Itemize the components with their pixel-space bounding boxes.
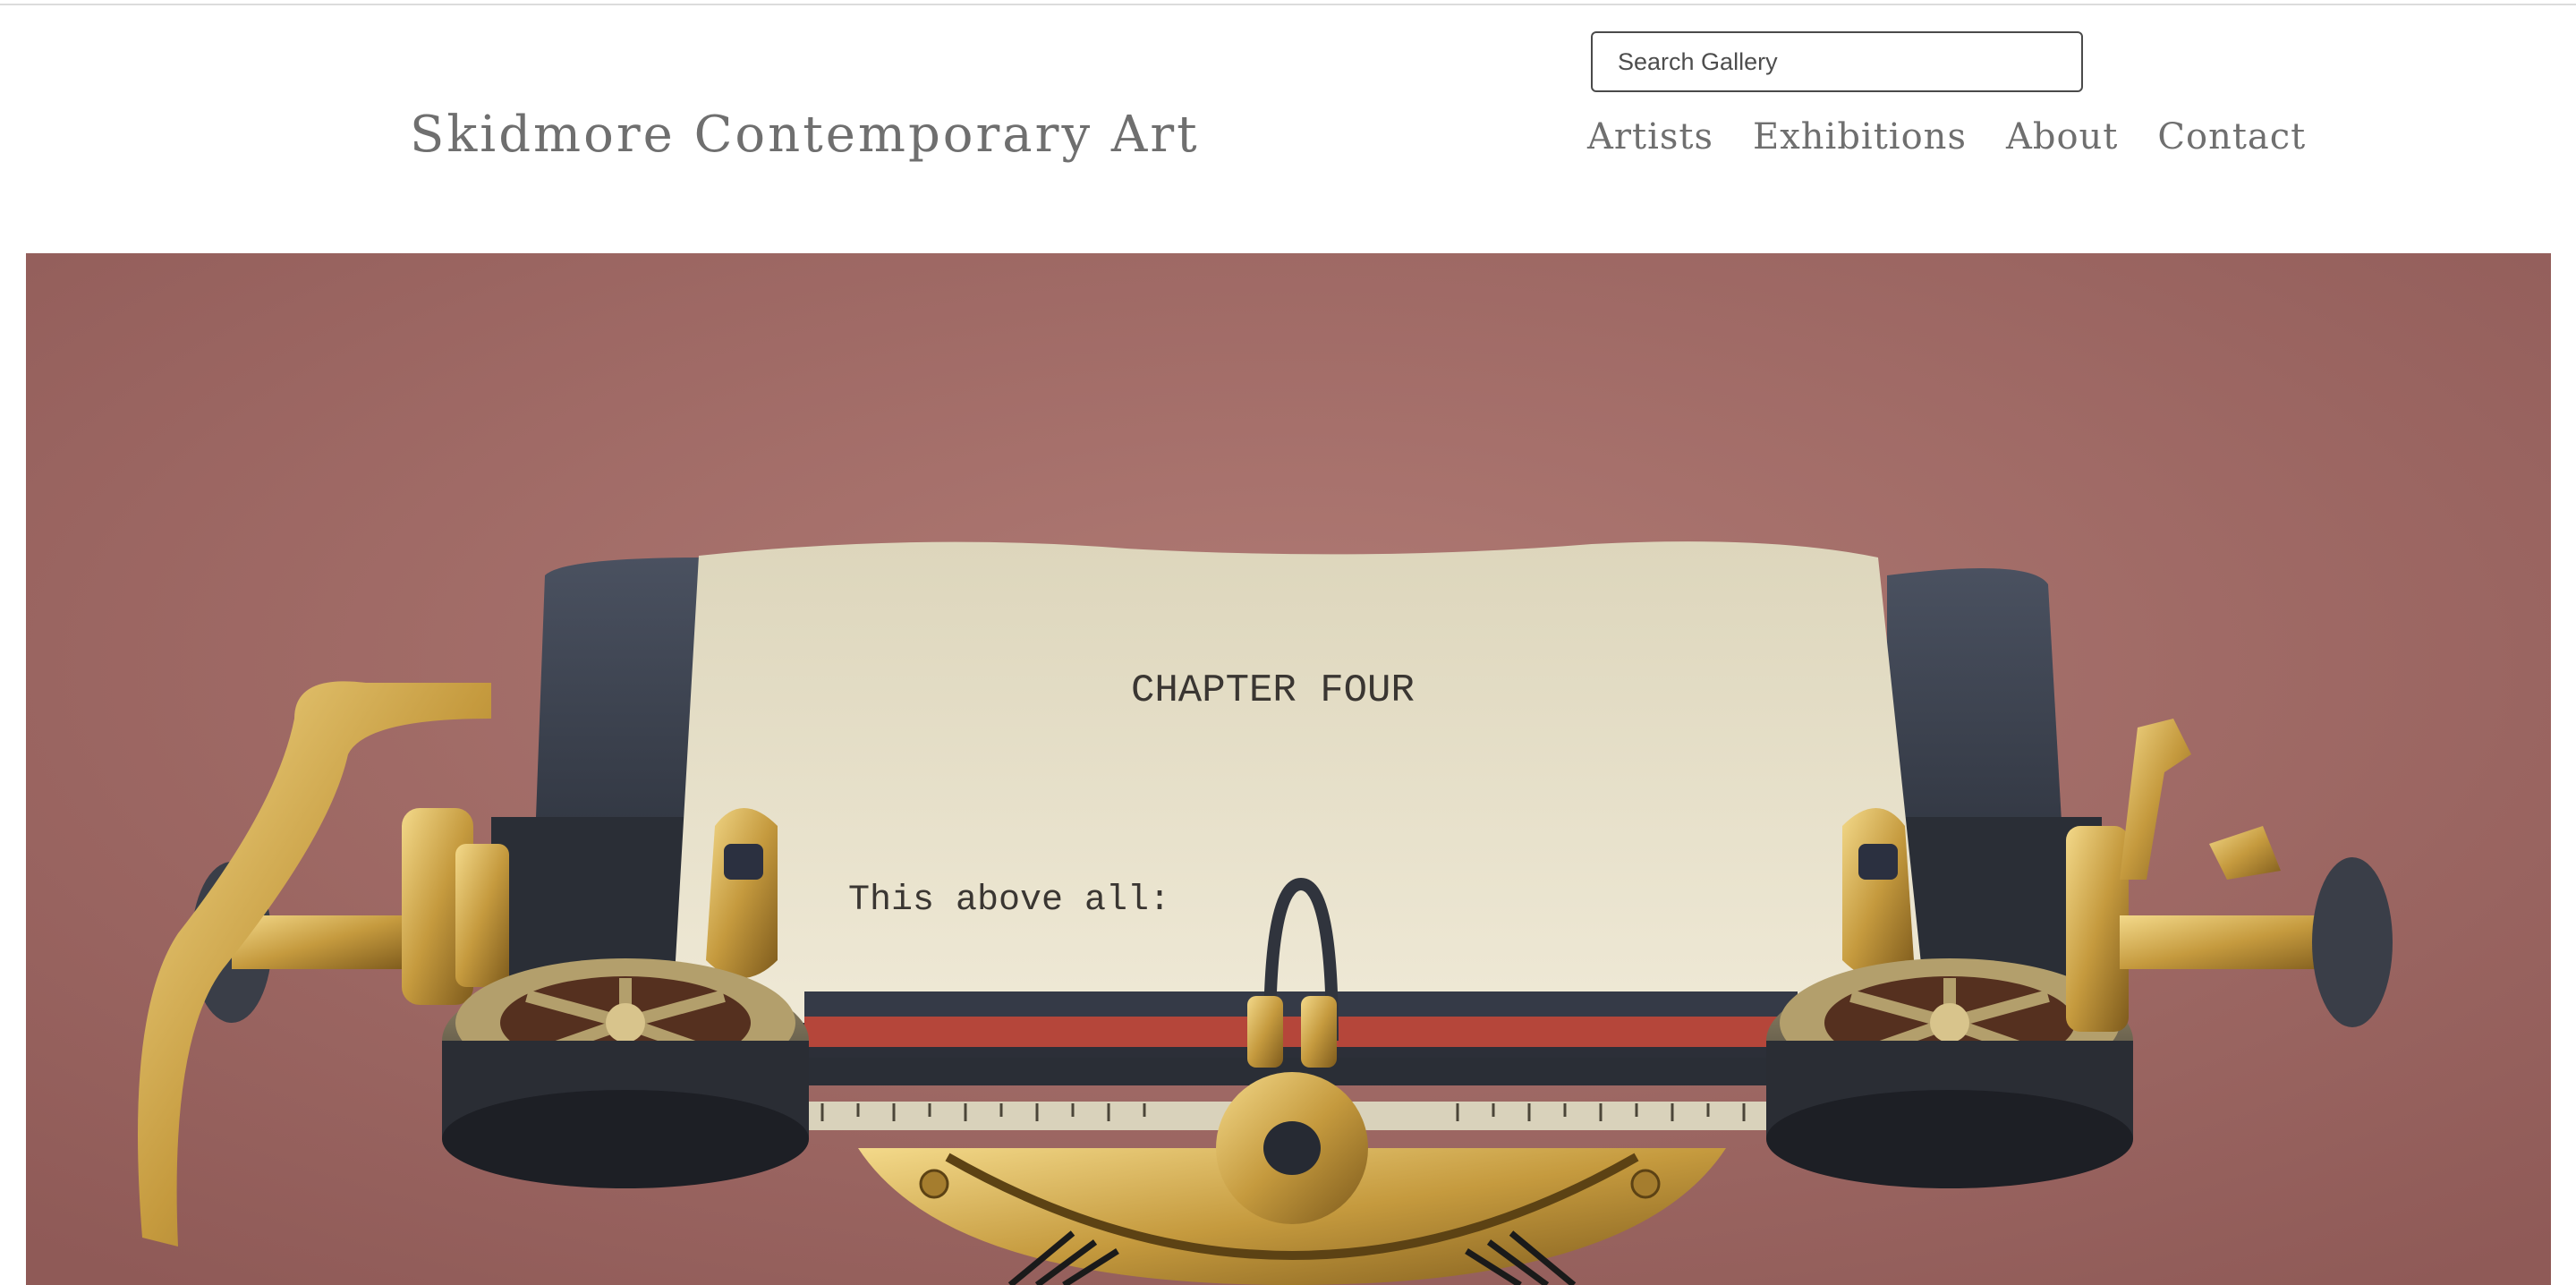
- nav-contact[interactable]: Contact: [2157, 116, 2306, 157]
- site-title-link[interactable]: Skidmore Contemporary Art: [410, 106, 1200, 164]
- main-nav: Artists Exhibitions About Contact: [1587, 116, 2306, 157]
- search-input[interactable]: [1591, 31, 2083, 92]
- top-divider: [0, 4, 2576, 5]
- paper-heading-text: CHAPTER FOUR: [1131, 668, 1415, 713]
- nav-artists[interactable]: Artists: [1587, 116, 1713, 157]
- nav-exhibitions[interactable]: Exhibitions: [1753, 116, 1967, 157]
- hero-artwork-image: CHAPTER FOUR This above all:: [26, 253, 2551, 1285]
- paper-line-text: This above all:: [848, 881, 1170, 921]
- nav-about[interactable]: About: [2006, 116, 2118, 157]
